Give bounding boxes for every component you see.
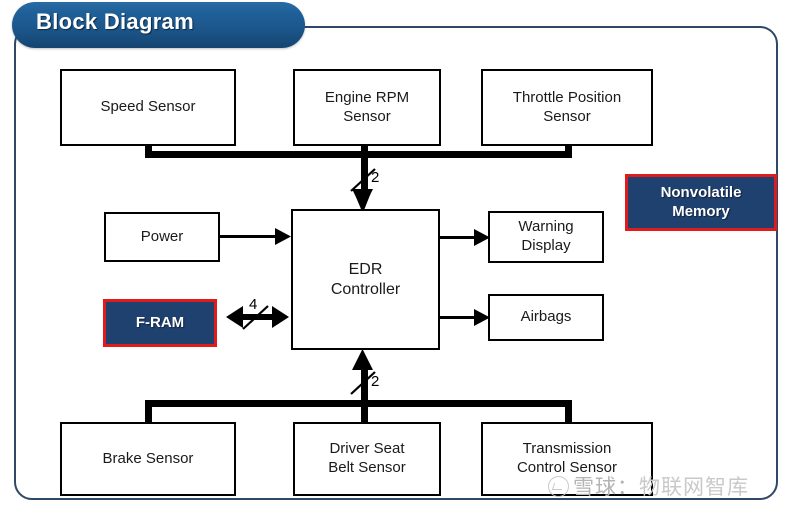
wire-power-to-controller	[220, 235, 282, 238]
block-label: Engine RPM Sensor	[324, 88, 410, 125]
top-sensor-bus	[145, 151, 572, 158]
watermark-logo-icon	[548, 476, 569, 497]
top-bus-drop	[361, 151, 368, 191]
wire-brake-stub	[145, 400, 152, 423]
block-brake-sensor[interactable]: Brake Sensor	[60, 422, 236, 496]
block-label: Brake Sensor	[102, 449, 194, 467]
block-engine-rpm-sensor[interactable]: Engine RPM Sensor	[293, 69, 441, 146]
top-bus-width-label: 2	[371, 169, 380, 186]
block-nonvolatile-memory[interactable]: Nonvolatile Memory	[625, 174, 777, 231]
block-label: Driver Seat Belt Sensor	[328, 440, 406, 476]
block-warning-display[interactable]: Warning Display	[488, 211, 604, 263]
block-label: Warning Display	[518, 218, 574, 254]
watermark: 雪球：物联网智库	[548, 471, 749, 501]
block-f-ram[interactable]: F-RAM	[103, 299, 217, 347]
block-diagram-slide: Block Diagram Speed Sensor Engine RPM Se…	[0, 0, 792, 515]
block-label: Airbags	[520, 308, 572, 326]
wire-seatbelt-stub	[361, 400, 368, 423]
block-label: F-RAM	[135, 313, 185, 331]
block-driver-seat-belt-sensor[interactable]: Driver Seat Belt Sensor	[293, 422, 441, 496]
fram-bus-width-label: 4	[249, 296, 258, 313]
bottom-bus-width-label: 2	[371, 373, 380, 390]
block-airbags[interactable]: Airbags	[488, 294, 604, 341]
page-title: Block Diagram	[36, 9, 194, 34]
block-label: Power	[140, 227, 184, 245]
block-label: EDR Controller	[330, 260, 401, 298]
wire-controller-to-warning	[440, 236, 482, 239]
watermark-suffix: 物联网智库	[639, 475, 749, 499]
watermark-prefix: 雪球：	[573, 475, 639, 499]
wire-controller-to-airbags	[440, 316, 482, 319]
block-throttle-position-sensor[interactable]: Throttle Position Sensor	[481, 69, 653, 146]
block-speed-sensor[interactable]: Speed Sensor	[60, 69, 236, 146]
bottom-sensor-bus	[145, 400, 572, 407]
block-power[interactable]: Power	[104, 212, 220, 262]
wire-transmission-stub	[565, 400, 572, 423]
block-label: Nonvolatile Memory	[660, 184, 742, 220]
block-label: Throttle Position Sensor	[512, 88, 622, 125]
block-label: Speed Sensor	[100, 98, 196, 116]
block-edr-controller[interactable]: EDR Controller	[291, 209, 440, 350]
